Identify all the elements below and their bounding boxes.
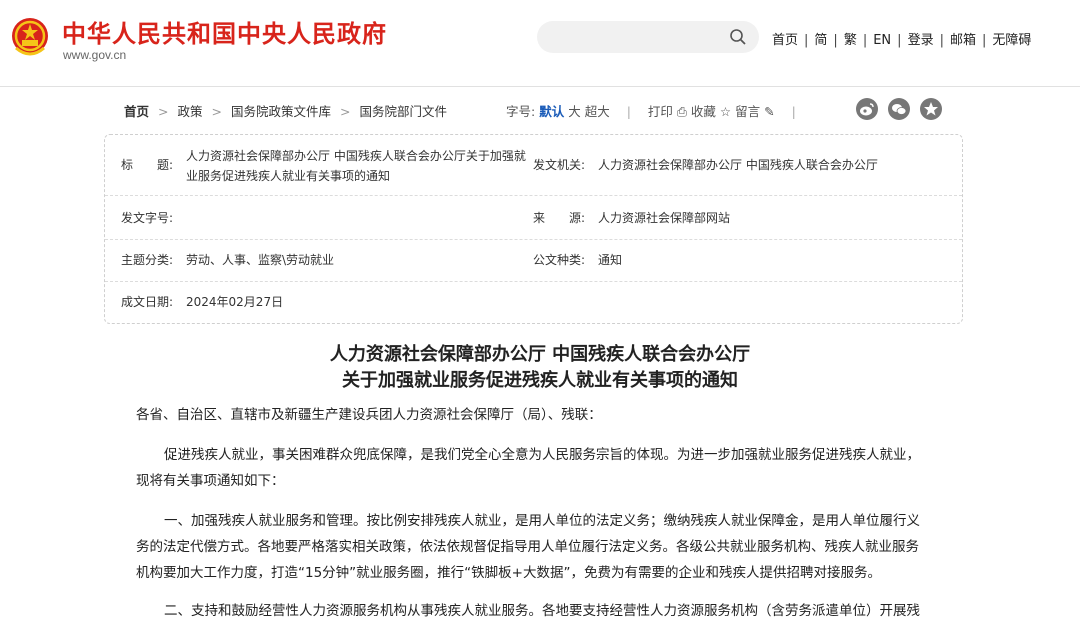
breadcrumb-policy[interactable]: 政策	[178, 104, 203, 119]
issuer-value: 人力资源社会保障部办公厅 中国残疾人联合会办公厅	[598, 158, 878, 172]
chevron-right-icon: >	[158, 104, 169, 119]
nav-simplified[interactable]: 简	[814, 33, 827, 48]
printer-icon[interactable]: ⎙	[677, 104, 687, 119]
site-header: 中华人民共和国中央人民政府 www.gov.cn 首页 | 简 | 繁 | EN | 登录 | 邮箱…	[0, 0, 1080, 87]
doc-type-label: 公文种类:	[533, 253, 586, 267]
title-value-line2: 业服务促进残疾人就业有关事项的通知	[186, 169, 391, 183]
date-label: 成文日期:	[121, 295, 174, 309]
topic-value: 劳动、人事、监察\劳动就业	[186, 253, 335, 267]
article-paragraph-line: 机构要加大工作力度，打造“15分钟”就业服务圈，推行“铁脚板+大数据”，免费为有…	[136, 565, 881, 581]
search-icon[interactable]	[729, 28, 747, 46]
chevron-right-icon: >	[340, 104, 351, 119]
comment-button[interactable]: 留言	[735, 104, 760, 119]
info-row: 标 题: 人力资源社会保障部办公厅 中国残疾人联合会办公厅关于加强就 业服务促进…	[105, 135, 962, 196]
breadcrumb-department-docs[interactable]: 国务院部门文件	[360, 104, 448, 119]
info-row: 发文字号: 来 源: 人力资源社会保障部网站	[105, 195, 962, 240]
star-icon[interactable]: ☆	[720, 104, 731, 119]
date-value: 2024年02月27日	[186, 295, 284, 309]
article-tools: 字号: 默认 大 超大 | 打印 ⎙ 收藏 ☆ 留言 ✎ |	[506, 104, 796, 119]
weibo-share-icon[interactable]	[856, 98, 878, 120]
source-value: 人力资源社会保障部网站	[598, 211, 731, 225]
wechat-share-icon[interactable]	[888, 98, 910, 120]
nav-traditional[interactable]: 繁	[844, 33, 857, 48]
breadcrumb-home[interactable]: 首页	[124, 104, 149, 119]
article-paragraph-line: 务的法定代偿方式。各地要严格落实相关政策，依法依规督促指导用人单位履行法定义务。…	[136, 539, 919, 555]
title-label: 标 题:	[121, 158, 174, 172]
nav-accessibility[interactable]: 无障碍	[992, 33, 1031, 48]
nav-login[interactable]: 登录	[908, 33, 934, 48]
nav-mail[interactable]: 邮箱	[950, 33, 976, 48]
article-title-line1: 人力资源社会保障部办公厅 中国残疾人联合会办公厅	[329, 344, 751, 365]
national-emblem-icon[interactable]	[10, 14, 50, 60]
font-large-button[interactable]: 大	[568, 104, 581, 119]
breadcrumb: 首页 > 政策 > 国务院政策文件库 > 国务院部门文件	[124, 101, 447, 120]
top-nav: 首页 | 简 | 繁 | EN | 登录 | 邮箱 | 无障碍	[772, 33, 1032, 48]
article-paragraph-line: 现将有关事项通知如下：	[136, 473, 285, 489]
pencil-icon[interactable]: ✎	[764, 104, 774, 119]
article-paragraph-line: 一、加强残疾人就业服务和管理。按比例安排残疾人就业，是用人单位的法定义务；缴纳残…	[164, 513, 920, 529]
favorite-button[interactable]: 收藏	[691, 104, 716, 119]
nav-english[interactable]: EN	[873, 33, 891, 48]
breadcrumb-policy-library[interactable]: 国务院政策文件库	[231, 104, 331, 119]
site-title[interactable]: 中华人民共和国中央人民政府	[62, 14, 387, 49]
font-default-button[interactable]: 默认	[539, 104, 564, 119]
document-info-table: 标 题: 人力资源社会保障部办公厅 中国残疾人联合会办公厅关于加强就 业服务促进…	[104, 134, 963, 324]
issuer-label: 发文机关:	[533, 158, 586, 172]
search-box	[537, 21, 759, 53]
site-url: www.gov.cn	[63, 48, 127, 62]
font-size-label: 字号:	[506, 104, 536, 119]
source-label: 来 源:	[533, 211, 586, 225]
chevron-right-icon: >	[211, 104, 222, 119]
article-salutation: 各省、自治区、直辖市及新疆生产建设兵团人力资源社会保障厅（局）、残联：	[136, 407, 602, 423]
print-button[interactable]: 打印	[648, 104, 673, 119]
article-title-line2: 关于加强就业服务促进残疾人就业有关事项的通知	[342, 370, 738, 391]
nav-home[interactable]: 首页	[772, 33, 798, 48]
topic-label: 主题分类:	[121, 253, 174, 267]
doc-type-value: 通知	[598, 253, 623, 267]
info-row: 主题分类: 劳动、人事、监察\劳动就业 公文种类: 通知	[105, 239, 962, 282]
search-input[interactable]	[551, 28, 725, 45]
info-row: 成文日期: 2024年02月27日	[105, 281, 962, 323]
article-paragraph-line: 促进残疾人就业，事关困难群众兜底保障，是我们党全心全意为人民服务宗旨的体现。为进…	[164, 447, 920, 463]
font-xlarge-button[interactable]: 超大	[585, 104, 610, 119]
doc-number-label: 发文字号:	[121, 211, 174, 225]
article-paragraph-line: 二、支持和鼓励经营性人力资源服务机构从事残疾人就业服务。各地要支持经营性人力资源…	[164, 603, 920, 619]
title-value-line1: 人力资源社会保障部办公厅 中国残疾人联合会办公厅关于加强就	[186, 149, 526, 163]
favorite-star-icon[interactable]	[920, 98, 942, 120]
